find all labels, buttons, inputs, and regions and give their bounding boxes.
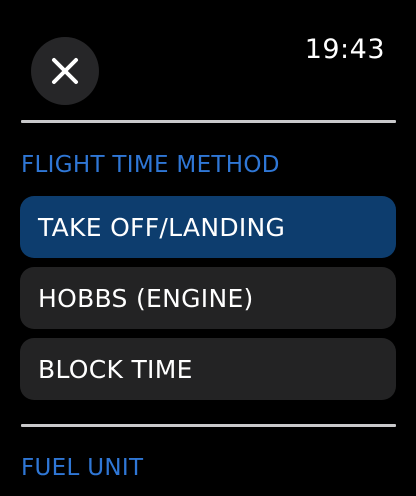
close-icon [51, 57, 79, 85]
section-title-fuel-unit: FUEL UNIT [21, 455, 144, 481]
option-label: HOBBS (ENGINE) [38, 283, 254, 313]
option-take-off-landing[interactable]: TAKE OFF/LANDING [20, 196, 396, 258]
divider [21, 120, 396, 123]
option-label: TAKE OFF/LANDING [38, 212, 286, 242]
divider [21, 424, 396, 427]
option-block-time[interactable]: BLOCK TIME [20, 338, 396, 400]
option-label: BLOCK TIME [38, 354, 193, 384]
section-title-flight-time-method: FLIGHT TIME METHOD [21, 152, 280, 178]
option-hobbs-engine[interactable]: HOBBS (ENGINE) [20, 267, 396, 329]
status-time: 19:43 [304, 34, 385, 65]
close-button[interactable] [31, 37, 99, 105]
